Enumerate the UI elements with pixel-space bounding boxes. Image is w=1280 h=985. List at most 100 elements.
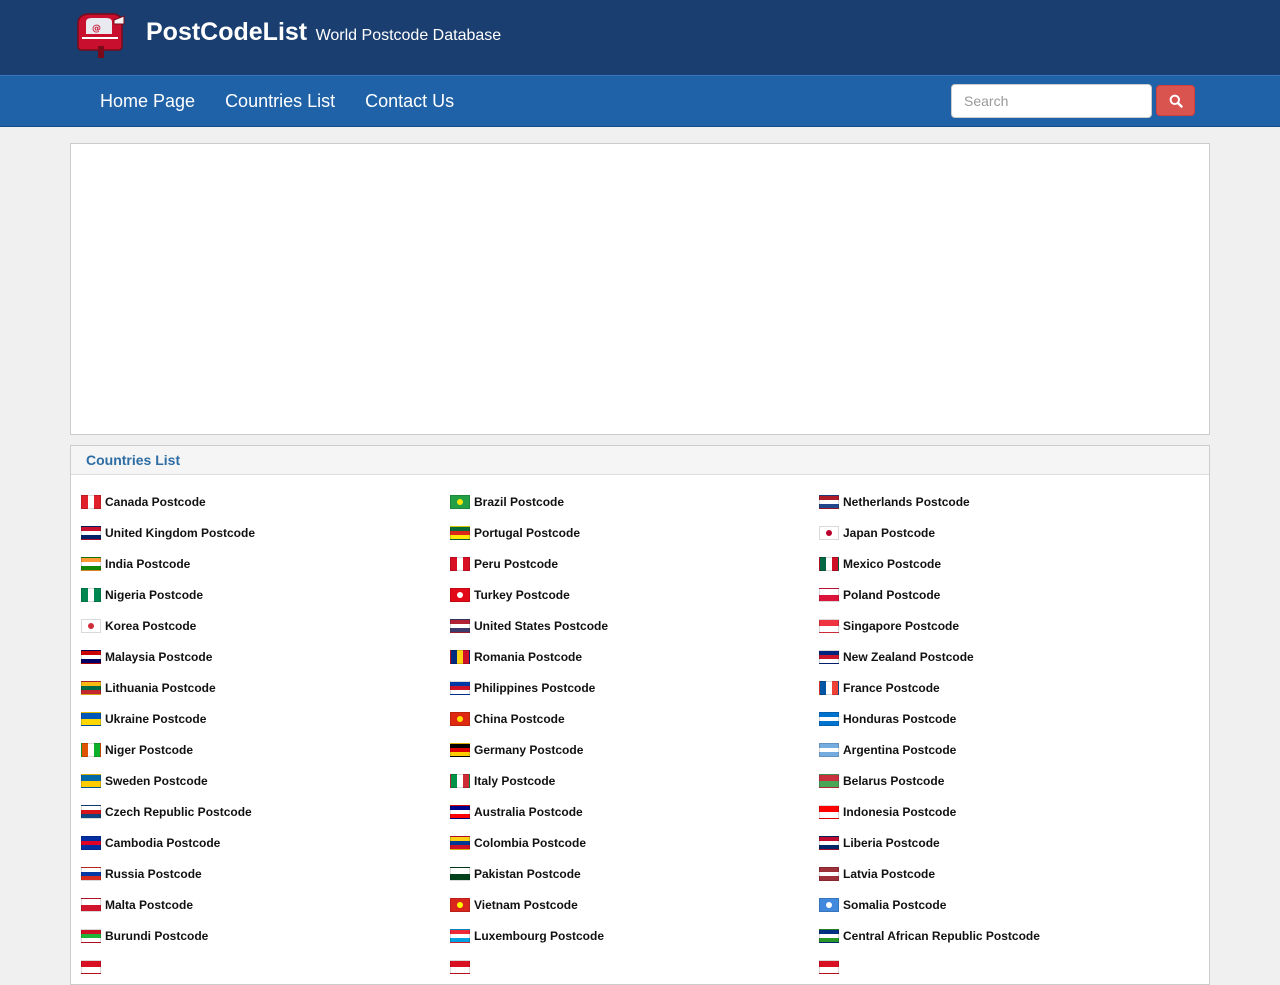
country-label[interactable]: Nigeria Postcode — [105, 588, 203, 602]
country-label[interactable]: Poland Postcode — [843, 588, 940, 602]
country-link-liberia[interactable]: Liberia Postcode — [819, 827, 1201, 858]
country-label[interactable]: Australia Postcode — [474, 805, 583, 819]
country-link-belarus[interactable]: Belarus Postcode — [819, 765, 1201, 796]
country-label[interactable]: Brazil Postcode — [474, 495, 564, 509]
country-link-italy[interactable]: Italy Postcode — [450, 765, 819, 796]
country-link-japan[interactable]: Japan Postcode — [819, 517, 1201, 548]
country-label[interactable]: Cambodia Postcode — [105, 836, 220, 850]
country-link-brazil[interactable]: Brazil Postcode — [450, 486, 819, 517]
country-label[interactable]: Italy Postcode — [474, 774, 555, 788]
country-label[interactable]: Central African Republic Postcode — [843, 929, 1040, 943]
country-link-partial-2[interactable] — [450, 951, 819, 982]
country-label[interactable]: Mexico Postcode — [843, 557, 941, 571]
country-link-vietnam[interactable]: Vietnam Postcode — [450, 889, 819, 920]
nav-home-page[interactable]: Home Page — [100, 91, 195, 112]
country-label[interactable]: United States Postcode — [474, 619, 608, 633]
country-link-cambodia[interactable]: Cambodia Postcode — [81, 827, 450, 858]
country-label[interactable]: Canada Postcode — [105, 495, 206, 509]
country-link-indonesia[interactable]: Indonesia Postcode — [819, 796, 1201, 827]
country-label[interactable]: China Postcode — [474, 712, 565, 726]
country-link-united-states[interactable]: United States Postcode — [450, 610, 819, 641]
country-label[interactable]: Japan Postcode — [843, 526, 935, 540]
country-link-portugal[interactable]: Portugal Postcode — [450, 517, 819, 548]
country-link-somalia[interactable]: Somalia Postcode — [819, 889, 1201, 920]
country-label[interactable]: Pakistan Postcode — [474, 867, 581, 881]
country-label[interactable]: Luxembourg Postcode — [474, 929, 604, 943]
country-label[interactable]: Romania Postcode — [474, 650, 582, 664]
country-label[interactable]: Burundi Postcode — [105, 929, 208, 943]
country-label[interactable]: France Postcode — [843, 681, 940, 695]
country-link-canada[interactable]: Canada Postcode — [81, 486, 450, 517]
country-label[interactable]: Czech Republic Postcode — [105, 805, 252, 819]
country-label[interactable]: Ukraine Postcode — [105, 712, 206, 726]
country-label[interactable]: Honduras Postcode — [843, 712, 956, 726]
nav-countries-list[interactable]: Countries List — [225, 91, 335, 112]
country-label[interactable]: Latvia Postcode — [843, 867, 935, 881]
country-link-colombia[interactable]: Colombia Postcode — [450, 827, 819, 858]
country-label[interactable]: Argentina Postcode — [843, 743, 956, 757]
country-label[interactable]: Somalia Postcode — [843, 898, 946, 912]
country-link-philippines[interactable]: Philippines Postcode — [450, 672, 819, 703]
country-label[interactable]: United Kingdom Postcode — [105, 526, 255, 540]
country-label[interactable]: Netherlands Postcode — [843, 495, 970, 509]
country-link-central-african-republic[interactable]: Central African Republic Postcode — [819, 920, 1201, 951]
country-link-czech-republic[interactable]: Czech Republic Postcode — [81, 796, 450, 827]
country-label[interactable]: Korea Postcode — [105, 619, 196, 633]
country-link-australia[interactable]: Australia Postcode — [450, 796, 819, 827]
country-link-france[interactable]: France Postcode — [819, 672, 1201, 703]
country-link-lithuania[interactable]: Lithuania Postcode — [81, 672, 450, 703]
country-link-burundi[interactable]: Burundi Postcode — [81, 920, 450, 951]
country-link-peru[interactable]: Peru Postcode — [450, 548, 819, 579]
search-button[interactable] — [1156, 85, 1195, 116]
country-link-germany[interactable]: Germany Postcode — [450, 734, 819, 765]
country-link-united-kingdom[interactable]: United Kingdom Postcode — [81, 517, 450, 548]
country-label[interactable]: Colombia Postcode — [474, 836, 586, 850]
country-label[interactable]: Niger Postcode — [105, 743, 193, 757]
country-label[interactable]: Malta Postcode — [105, 898, 193, 912]
country-link-sweden[interactable]: Sweden Postcode — [81, 765, 450, 796]
country-label[interactable]: India Postcode — [105, 557, 190, 571]
country-link-china[interactable]: China Postcode — [450, 703, 819, 734]
country-link-argentina[interactable]: Argentina Postcode — [819, 734, 1201, 765]
country-link-nigeria[interactable]: Nigeria Postcode — [81, 579, 450, 610]
country-label[interactable]: New Zealand Postcode — [843, 650, 974, 664]
country-link-korea[interactable]: Korea Postcode — [81, 610, 450, 641]
country-link-partial-3[interactable] — [819, 951, 1201, 982]
mailbox-icon[interactable]: @ — [72, 10, 126, 60]
country-label[interactable]: Russia Postcode — [105, 867, 202, 881]
search-input[interactable] — [951, 84, 1152, 118]
country-link-india[interactable]: India Postcode — [81, 548, 450, 579]
country-link-netherlands[interactable]: Netherlands Postcode — [819, 486, 1201, 517]
country-label[interactable]: Portugal Postcode — [474, 526, 580, 540]
country-link-honduras[interactable]: Honduras Postcode — [819, 703, 1201, 734]
country-link-turkey[interactable]: Turkey Postcode — [450, 579, 819, 610]
country-label[interactable]: Indonesia Postcode — [843, 805, 956, 819]
country-label[interactable]: Vietnam Postcode — [474, 898, 578, 912]
brand-title[interactable]: PostCodeList — [146, 18, 307, 46]
country-label[interactable]: Peru Postcode — [474, 557, 558, 571]
country-link-poland[interactable]: Poland Postcode — [819, 579, 1201, 610]
country-label[interactable]: Sweden Postcode — [105, 774, 208, 788]
country-link-romania[interactable]: Romania Postcode — [450, 641, 819, 672]
country-label[interactable]: Liberia Postcode — [843, 836, 940, 850]
country-label[interactable]: Turkey Postcode — [474, 588, 570, 602]
country-label[interactable]: Belarus Postcode — [843, 774, 944, 788]
country-label[interactable]: Lithuania Postcode — [105, 681, 216, 695]
country-link-luxembourg[interactable]: Luxembourg Postcode — [450, 920, 819, 951]
country-link-partial-1[interactable] — [81, 951, 450, 982]
country-link-malta[interactable]: Malta Postcode — [81, 889, 450, 920]
country-label[interactable]: Philippines Postcode — [474, 681, 595, 695]
country-link-pakistan[interactable]: Pakistan Postcode — [450, 858, 819, 889]
country-link-malaysia[interactable]: Malaysia Postcode — [81, 641, 450, 672]
country-link-niger[interactable]: Niger Postcode — [81, 734, 450, 765]
country-link-russia[interactable]: Russia Postcode — [81, 858, 450, 889]
country-label[interactable]: Germany Postcode — [474, 743, 583, 757]
brand[interactable]: PostCodeList World Postcode Database — [146, 18, 501, 47]
country-link-ukraine[interactable]: Ukraine Postcode — [81, 703, 450, 734]
country-link-latvia[interactable]: Latvia Postcode — [819, 858, 1201, 889]
country-label[interactable]: Singapore Postcode — [843, 619, 959, 633]
nav-contact-us[interactable]: Contact Us — [365, 91, 454, 112]
country-link-new-zealand[interactable]: New Zealand Postcode — [819, 641, 1201, 672]
country-link-singapore[interactable]: Singapore Postcode — [819, 610, 1201, 641]
country-label[interactable]: Malaysia Postcode — [105, 650, 212, 664]
